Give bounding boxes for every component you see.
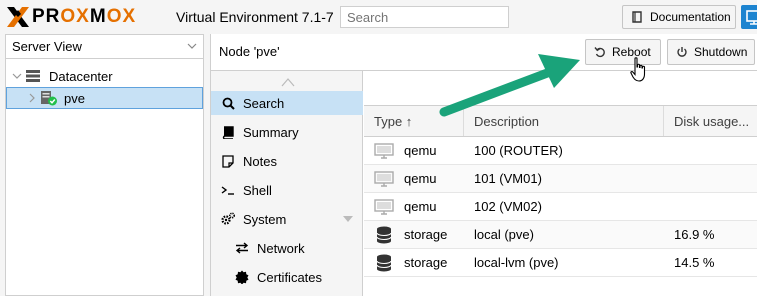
hand-cursor-icon (630, 57, 646, 82)
cell-type: storage (404, 227, 448, 242)
monitor-button[interactable] (741, 5, 757, 29)
column-header-disk-usage[interactable]: Disk usage... (664, 106, 757, 136)
nav-item-notes[interactable]: Notes (211, 149, 363, 173)
reboot-button[interactable]: Reboot (585, 39, 661, 65)
nav-item-shell[interactable]: Shell (211, 178, 363, 202)
database-icon (376, 249, 392, 276)
nav-item-label: Shell (243, 182, 272, 198)
column-header-description[interactable]: Description (464, 106, 664, 136)
terminal-icon (221, 183, 235, 197)
proxmox-logo[interactable]: PROXMOX (6, 5, 136, 29)
undo-icon (594, 47, 605, 58)
nav-item-label: Notes (243, 153, 277, 169)
nav-item-network[interactable]: Network (211, 236, 363, 260)
page-title: Node 'pve' (219, 44, 280, 59)
nav-item-certificates[interactable]: Certificates (211, 265, 363, 289)
cell-description: 101 (VM01) (474, 171, 542, 186)
nav-item-label: Summary (243, 124, 299, 140)
cell-type: qemu (404, 199, 437, 214)
resource-tree: Server View Datacenter pve (5, 34, 204, 296)
tree-item-datacenter[interactable]: Datacenter (6, 65, 203, 87)
chevron-down-icon[interactable] (12, 71, 22, 81)
nav-item-summary[interactable]: Summary (211, 120, 363, 144)
table-row[interactable]: qemu 100 (ROUTER) (364, 137, 757, 165)
node-online-icon (41, 91, 57, 106)
server-view-label: Server View (12, 39, 82, 54)
table-row[interactable]: qemu 102 (VM02) (364, 193, 757, 221)
documentation-button[interactable]: Documentation (622, 5, 736, 29)
proxmox-wordmark: PROXMOX (32, 6, 137, 27)
cell-type: qemu (404, 171, 437, 186)
grid-header: Type ↑ Description Disk usage... (364, 105, 757, 137)
vm-icon (374, 165, 394, 192)
shutdown-button[interactable]: Shutdown (667, 39, 755, 65)
nav-item-label: Search (243, 95, 285, 111)
cell-description: 100 (ROUTER) (474, 143, 563, 158)
monitor-icon (746, 10, 757, 25)
documentation-label: Documentation (650, 10, 731, 24)
tree-item-label: Datacenter (49, 68, 113, 84)
table-row[interactable]: storage local (pve) 16.9 % (364, 221, 757, 249)
nav-item-label: Certificates (257, 269, 323, 285)
proxmox-x-icon (7, 7, 29, 27)
node-nav-menu: Search Summary Notes Shell System Networ… (211, 71, 363, 296)
gears-icon (221, 212, 235, 226)
cell-type: storage (404, 255, 448, 270)
cell-description: local (pve) (474, 227, 534, 242)
top-header: PROXMOX Virtual Environment 7.1-7 Docume… (0, 0, 757, 34)
scroll-up-icon[interactable] (281, 77, 295, 87)
cell-disk-usage: 14.5 % (674, 255, 715, 270)
global-search-input[interactable] (340, 6, 509, 28)
cell-description: local-lvm (pve) (474, 255, 559, 270)
cell-type: qemu (404, 143, 437, 158)
book-icon (632, 11, 642, 23)
caret-down-icon[interactable] (343, 215, 353, 223)
datacenter-icon (26, 70, 40, 82)
chevron-down-icon (187, 43, 197, 49)
server-view-select[interactable]: Server View (6, 35, 203, 59)
vm-icon (374, 193, 394, 220)
table-row[interactable]: storage local-lvm (pve) 14.5 % (364, 249, 757, 277)
tree-item-label: pve (64, 90, 85, 106)
shutdown-label: Shutdown (694, 45, 748, 59)
search-results-grid: Type ↑ Description Disk usage... qemu 10… (364, 71, 757, 296)
nav-item-label: System (243, 211, 287, 227)
nav-item-search[interactable]: Search (211, 91, 363, 115)
version-label: Virtual Environment 7.1-7 (176, 9, 334, 25)
book-icon (221, 125, 235, 139)
note-icon (221, 154, 235, 168)
table-row[interactable]: qemu 101 (VM01) (364, 165, 757, 193)
nav-item-label: Network (257, 240, 305, 256)
cell-disk-usage: 16.9 % (674, 227, 715, 242)
exchange-icon (235, 241, 249, 255)
chevron-right-icon[interactable] (27, 93, 37, 103)
nav-item-system[interactable]: System (211, 207, 363, 231)
vm-icon (374, 137, 394, 164)
column-header-type[interactable]: Type ↑ (364, 106, 464, 136)
search-icon (221, 96, 235, 110)
database-icon (376, 221, 392, 248)
certificate-icon (235, 270, 249, 284)
tree-item-pve[interactable]: pve (6, 87, 203, 109)
cell-description: 102 (VM02) (474, 199, 542, 214)
node-panel: Node 'pve' Reboot Shutdown Search Summar… (210, 34, 757, 296)
power-icon (677, 47, 687, 57)
